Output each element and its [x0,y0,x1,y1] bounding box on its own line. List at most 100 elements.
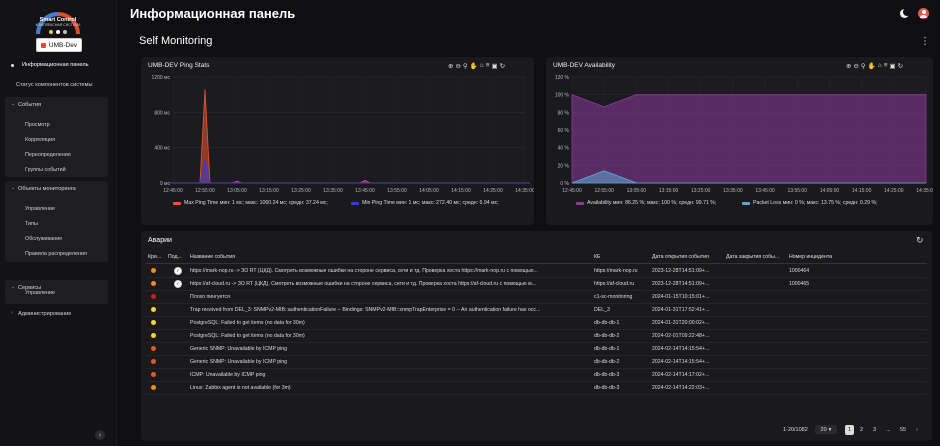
chevron-down-icon: ▾ [828,426,832,433]
next-page-icon[interactable]: › [916,427,918,433]
menu-icon[interactable]: ≡ [884,62,888,70]
column-header-ack[interactable]: Под... [168,254,186,260]
page-size-select[interactable]: 20 ▾ [815,425,837,434]
sidebar-item-types[interactable]: Типы [25,221,38,227]
sidebar-group-title[interactable]: События [18,102,41,108]
column-header-closed[interactable]: Дата закрытия собы... [726,254,786,260]
sidebar-item-distribution-rules[interactable]: Правила распределения [25,251,87,257]
opened-cell: 2024-02-14T14:15:54+... [652,346,710,352]
calendar-icon[interactable]: ▣ [890,62,896,70]
chevron-down-icon[interactable]: ⌄ [11,185,15,191]
moon-icon[interactable] [900,8,911,18]
column-header-opened[interactable]: Дата открытия события [652,254,724,260]
table-row[interactable]: ✓ https://af-cloud.ru -> ЗО RT (ЦКД). Смо… [146,278,927,291]
table-row[interactable]: PostgreSQL: Failed to get items (no data… [146,330,927,343]
page-button[interactable]: 2 [860,427,863,433]
refresh-icon[interactable]: ↻ [916,235,924,246]
column-header-severity[interactable]: Кри... [148,254,164,260]
incident-cell: 1000464 [789,268,810,274]
sidebar-item-overrides[interactable]: Переопределения [25,152,71,158]
chevron-down-icon[interactable]: ⌄ [11,284,15,290]
legend-label: Availability мин: 86.25 %; макс: 100 %; … [587,200,717,206]
availability-panel: UMB-DEV Availability ⊕ ⊖ ⚲ ✋ ⌂ ≡ ▣ ↻ 0 %… [546,57,933,225]
table-row[interactable]: PostgreSQL: Failed to get items (no data… [146,317,927,330]
calendar-icon[interactable]: ▣ [492,62,498,70]
chevron-right-icon[interactable]: › [11,310,13,316]
table-row[interactable]: ✓ https://mark-nop.ru -> ЗО RT (ЦКД). Смо… [146,265,927,278]
table-row[interactable]: Generic SNMP: Unavailable by ICMP ping db… [146,356,927,369]
search-icon[interactable]: ⚲ [463,62,468,70]
home-icon[interactable]: ⌂ [480,62,484,70]
sidebar-item-dashboard[interactable]: Информационная панель [22,62,89,68]
table-row[interactable]: Trap received from DEL_3: SNMPv2-MIB::au… [146,304,927,317]
ke-cell: https://af-cloud.ru [594,281,635,287]
column-header-ke[interactable]: КЕ [594,254,650,260]
x-tick-label: 13:15:00 [659,188,679,194]
ke-cell: DEL_3 [594,307,610,313]
sidebar-item-event-groups[interactable]: Группы событий [25,167,66,173]
zoom-out-icon[interactable]: ⊖ [853,62,858,70]
opened-cell: 2024-02-14T14:17:02+... [652,372,710,378]
table-row[interactable]: Linux: Zabbix agent is not available (fo… [146,382,927,395]
incident-cell: 1000465 [789,281,810,287]
zoom-in-icon[interactable]: ⊕ [448,62,453,70]
event-name-cell: https://af-cloud.ru -> ЗО RT (ЦКД). Смот… [190,281,536,287]
home-icon[interactable]: ⌂ [878,62,882,70]
table-row[interactable]: Generic SNMP: Unavailable by ICMP ping db… [146,343,927,356]
refresh-icon[interactable]: ↻ [898,62,903,70]
zoom-in-icon[interactable]: ⊕ [846,62,851,70]
event-name-cell: https://mark-nop.ru -> ЗО RT (ЦКД). Смот… [190,268,538,274]
table-row[interactable]: Плохо пингуется c1-sc-monitoring 2024-01-1… [146,291,927,304]
y-tick-label: 400 мс [154,146,170,152]
x-tick-label: 12:45:00 [562,188,582,194]
acknowledged-check-icon[interactable]: ✓ [174,267,182,275]
menu-icon[interactable]: ≡ [486,62,490,70]
pager-range: 1-20/1082 [783,427,808,433]
more-options-icon[interactable]: ⋮ [920,36,930,47]
brand-dot [56,30,60,34]
table-row[interactable]: ICMP: Unavailable by ICMP ping db-db-db-3… [146,369,927,382]
user-icon[interactable] [918,8,929,19]
sidebar-item-correlation[interactable]: Корреляция [25,137,55,143]
sidebar-item-manage[interactable]: Управление [25,206,55,212]
plot-area [173,77,525,183]
collapse-sidebar-button[interactable]: ‹ [95,430,105,440]
legend-item-packet-loss[interactable]: Packet Loss мин: 0 %; макс: 13.75 %; сре… [742,200,878,206]
x-tick-label: 14:05:00 [419,188,439,194]
severity-dot-icon [151,268,156,273]
x-tick-label: 13:55:00 [788,188,808,194]
active-bullet-icon [11,64,14,67]
severity-dot-icon [151,320,156,325]
sidebar-item-admin[interactable]: Администрирование [18,311,71,317]
x-tick-label: 13:05:00 [627,188,647,194]
alarms-title: Аварии [148,237,172,244]
sidebar-group-services: ⌄ Сервисы [5,280,108,304]
acknowledged-check-icon[interactable]: ✓ [174,280,182,288]
legend-item-min[interactable]: Min Ping Time мин: 1 мс; макс: 272.40 мс… [351,200,499,206]
zoom-out-icon[interactable]: ⊖ [455,62,460,70]
legend-item-max[interactable]: Max Ping Time мин: 1 мс; макс: 1060.24 м… [173,200,328,206]
column-header-incident[interactable]: Номер инцидента [789,254,849,260]
event-name-cell: Generic SNMP: Unavailable by ICMP ping [190,346,288,352]
refresh-icon[interactable]: ↻ [500,62,505,70]
y-tick-label: 0 % [560,181,569,187]
page-button[interactable]: 3 [873,427,876,433]
legend-item-availability[interactable]: Availability мин: 86.25 %; макс: 100 %; … [576,200,716,206]
series-area-0[interactable] [571,94,927,184]
chart-toolbar: ⊕ ⊖ ⚲ ✋ ⌂ ≡ ▣ ↻ [846,62,903,70]
sidebar-item-services-manage[interactable]: Управление [25,290,55,296]
pan-hand-icon[interactable]: ✋ [868,62,876,70]
search-icon[interactable]: ⚲ [861,62,866,70]
sidebar-item-view[interactable]: Просмотр [25,122,50,128]
table-header: Кри... Под... Название события КЕ Дата о… [146,251,927,264]
y-tick-label: 800 мс [154,110,170,116]
environment-button[interactable]: UMB-Dev [36,38,82,52]
page-button-current[interactable]: 1 [845,425,854,435]
sidebar-item-maintenance[interactable]: Обслуживание [25,236,62,242]
sidebar-group-title[interactable]: Объекты мониторинга [18,186,76,192]
page-button[interactable]: 55 [900,427,906,433]
column-header-name[interactable]: Название события [190,254,590,260]
pan-hand-icon[interactable]: ✋ [470,62,478,70]
sidebar-item-status[interactable]: Статус компонентов системы [16,82,92,88]
chevron-down-icon[interactable]: ⌄ [11,101,15,107]
